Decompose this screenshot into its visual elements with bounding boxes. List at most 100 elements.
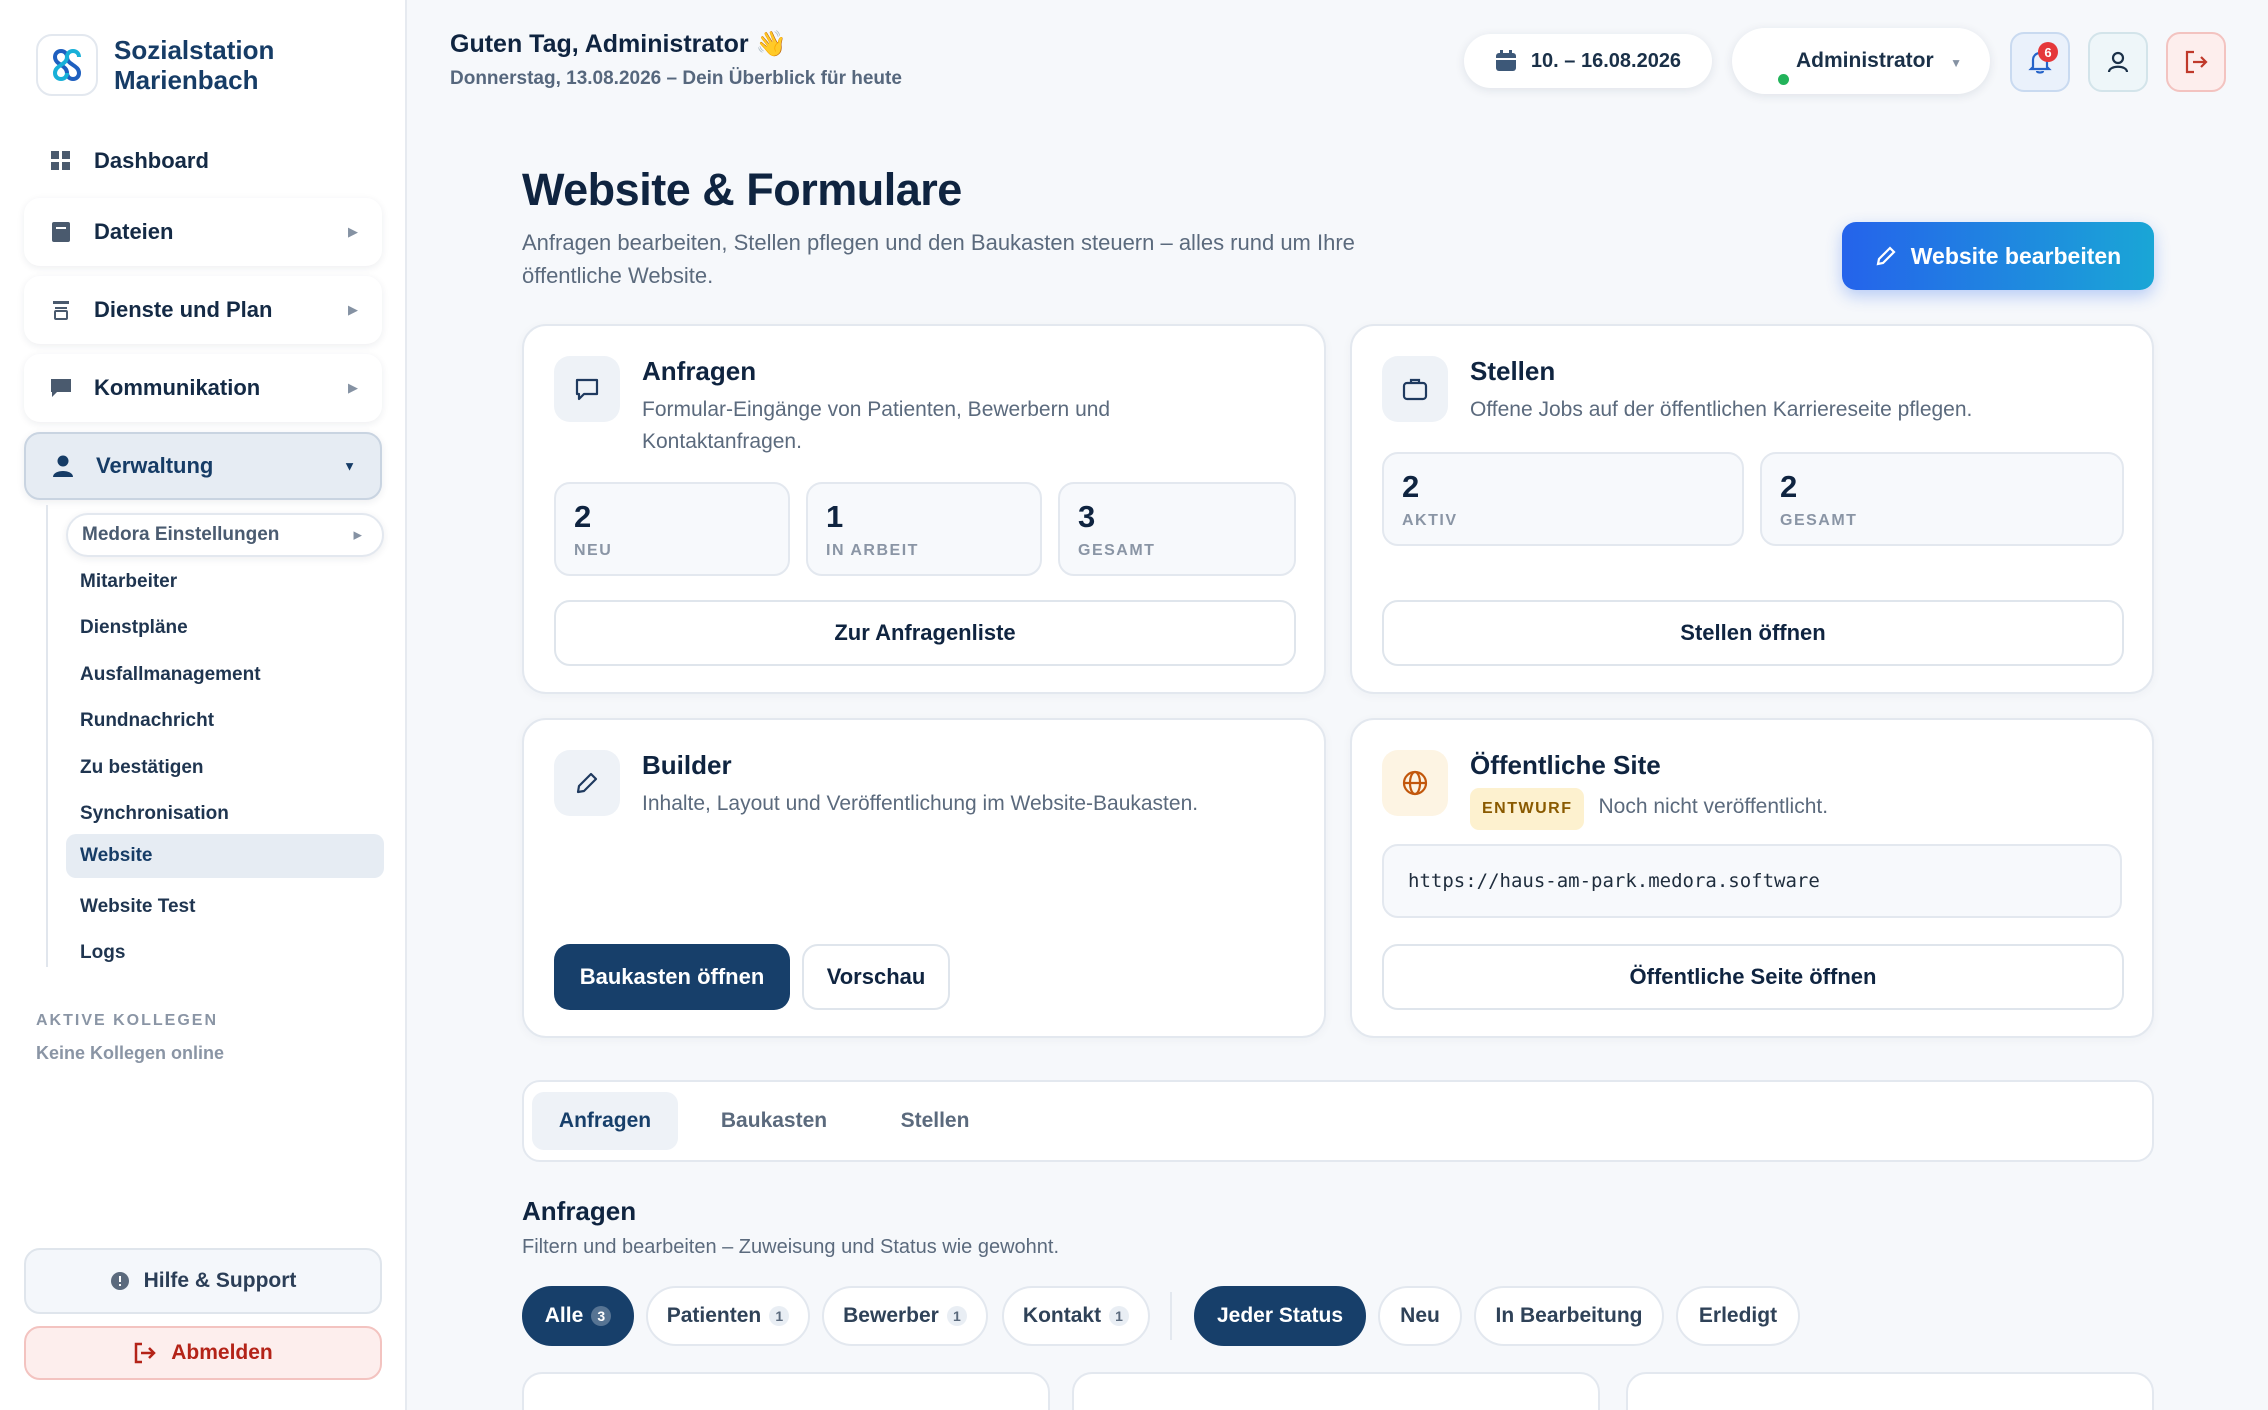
brand-name: Sozialstation Marienbach <box>114 35 274 95</box>
notification-count-badge: 6 <box>2038 42 2058 62</box>
requests-card: Anfragen Formular-Eingänge von Patienten… <box>522 324 1326 694</box>
sidebar-item-files[interactable]: Dateien ▶ <box>24 198 382 266</box>
logout-button[interactable]: Abmelden <box>24 1326 382 1380</box>
sidebar-item-label: Verwaltung <box>96 453 214 478</box>
requests-title: Anfragen <box>642 356 757 386</box>
briefcase-icon <box>1382 356 1448 422</box>
stat-value: 3 <box>1078 499 1096 534</box>
tab-jobs[interactable]: Stellen <box>870 1092 1000 1150</box>
jobs-description: Offene Jobs auf der öffentlichen Karrier… <box>1470 398 1973 421</box>
subnav-item-label: Rundnachricht <box>80 710 215 731</box>
builder-description: Inhalte, Layout und Veröffentlichung im … <box>642 792 1199 815</box>
subnav-item-absence[interactable]: Ausfallmanagement <box>66 653 384 697</box>
chevron-right-icon: ▶ <box>348 224 358 239</box>
stat-label: NEU <box>574 542 613 559</box>
user-icon <box>50 453 76 479</box>
subnav-item-logs[interactable]: Logs <box>66 931 384 975</box>
subnav-item-broadcast[interactable]: Rundnachricht <box>66 699 384 743</box>
page-subtitle: Anfragen bearbeiten, Stellen pflegen und… <box>522 230 1355 288</box>
chat-icon <box>48 375 74 401</box>
subnav-item-medora-settings[interactable]: Medora Einstellungen ▶ <box>66 513 384 557</box>
subnav-item-rosters[interactable]: Dienstpläne <box>66 606 384 650</box>
filter-chip-all[interactable]: Alle 3 <box>522 1286 634 1346</box>
chip-label: Alle <box>544 1304 584 1327</box>
logout-icon <box>133 1342 157 1364</box>
filter-chip-contact[interactable]: Kontakt 1 <box>1002 1286 1150 1346</box>
sidebar-item-dashboard[interactable]: Dashboard <box>24 126 382 196</box>
tab-builder[interactable]: Baukasten <box>688 1092 860 1150</box>
chip-count: 1 <box>946 1306 967 1326</box>
tab-requests[interactable]: Anfragen <box>532 1092 678 1150</box>
sidebar-item-label: Kommunikation <box>94 375 261 400</box>
pencil-icon <box>554 750 620 816</box>
calendar-icon <box>1495 50 1517 72</box>
status-chip-in-progress[interactable]: In Bearbeitung <box>1474 1286 1664 1346</box>
stat-total: 3 GESAMT <box>1058 482 1296 576</box>
request-list-item[interactable] <box>522 1372 1050 1410</box>
open-requests-list-button[interactable]: Zur Anfragenliste <box>554 600 1296 666</box>
jobs-title: Stellen <box>1470 356 1556 386</box>
chevron-right-icon: ▶ <box>353 529 362 542</box>
sidebar-item-admin[interactable]: Verwaltung ▼ <box>24 432 382 500</box>
preview-button[interactable]: Vorschau <box>802 944 950 1010</box>
stat-label: GESAMT <box>1780 512 1858 529</box>
sidebar-item-label: Dashboard <box>94 148 209 173</box>
active-colleagues-empty: Keine Kollegen online <box>36 1043 225 1063</box>
sidebar-item-communication[interactable]: Kommunikation ▶ <box>24 354 382 422</box>
stat-label: AKTIV <box>1402 512 1458 529</box>
notifications-button[interactable]: 6 <box>2010 32 2070 92</box>
edit-website-label: Website bearbeiten <box>1910 242 2122 269</box>
public-site-title: Öffentliche Site <box>1470 750 1661 780</box>
subnav-item-to-confirm[interactable]: Zu bestätigen <box>66 746 384 790</box>
section-subtitle: Filtern und bearbeiten – Zuweisung und S… <box>522 1236 1060 1258</box>
stat-new: 2 NEU <box>554 482 790 576</box>
greeting-text: Guten Tag, Administrator <box>450 30 749 58</box>
request-list-item[interactable] <box>1626 1372 2154 1410</box>
open-builder-button[interactable]: Baukasten öffnen <box>554 944 790 1010</box>
stat-label: GESAMT <box>1078 542 1156 559</box>
date-range-picker[interactable]: 10. – 16.08.2026 <box>1464 34 1712 88</box>
active-colleagues-heading: AKTIVE KOLLEGEN <box>36 1012 219 1029</box>
clipboard-icon <box>48 297 74 323</box>
subnav-item-sync[interactable]: Synchronisation <box>66 792 384 836</box>
chip-count: 3 <box>591 1306 612 1326</box>
open-jobs-button[interactable]: Stellen öffnen <box>1382 600 2124 666</box>
user-menu[interactable]: Administrator ▼ <box>1732 28 1990 94</box>
globe-icon <box>1382 750 1448 816</box>
public-url-field[interactable]: https://haus-am-park.medora.software <box>1382 844 2122 918</box>
brand-line-1: Sozialstation <box>114 35 275 65</box>
sidebar-item-shifts[interactable]: Dienste und Plan ▶ <box>24 276 382 344</box>
subnav-item-label: Ausfallmanagement <box>80 664 261 685</box>
chip-label: Kontakt <box>1022 1304 1102 1327</box>
brand[interactable]: Sozialstation Marienbach <box>36 34 274 96</box>
edit-website-button[interactable]: Website bearbeiten <box>1842 222 2154 290</box>
stat-label: IN ARBEIT <box>826 542 919 559</box>
public-site-card: Öffentliche Site ENTWURF Noch nicht veröf… <box>1350 718 2154 1038</box>
logout-label: Abmelden <box>171 1341 273 1364</box>
help-support-button[interactable]: Hilfe & Support <box>24 1248 382 1314</box>
status-chip-done[interactable]: Erledigt <box>1676 1286 1800 1346</box>
builder-card: Builder Inhalte, Layout und Veröffentlic… <box>522 718 1326 1038</box>
subnav-item-website[interactable]: Website <box>66 834 384 878</box>
request-list-item[interactable] <box>1072 1372 1600 1410</box>
filter-chip-applicants[interactable]: Bewerber 1 <box>822 1286 988 1346</box>
brand-line-2: Marienbach <box>114 65 259 95</box>
subnav-item-label: Logs <box>80 942 126 963</box>
chevron-right-icon: ▶ <box>348 302 358 317</box>
open-public-site-button[interactable]: Öffentliche Seite öffnen <box>1382 944 2124 1010</box>
status-chip-new[interactable]: Neu <box>1378 1286 1462 1346</box>
page-title: Website & Formulare <box>522 164 962 215</box>
greeting-subline: Donnerstag, 13.08.2026 – Dein Überblick … <box>450 68 902 89</box>
subnav-item-employees[interactable]: Mitarbeiter <box>66 560 384 604</box>
account-button[interactable] <box>2088 32 2148 92</box>
online-status-icon <box>1778 74 1789 85</box>
stat-value: 2 <box>574 499 592 534</box>
grid-icon <box>48 148 74 174</box>
logout-icon <box>2183 49 2209 75</box>
wave-emoji: 👋 <box>755 30 787 58</box>
subnav-item-website-test[interactable]: Website Test <box>66 885 384 929</box>
status-chip-any[interactable]: Jeder Status <box>1194 1286 1366 1346</box>
sign-out-button[interactable] <box>2166 32 2226 92</box>
chevron-right-icon: ▶ <box>348 380 358 395</box>
filter-chip-patients[interactable]: Patienten 1 <box>646 1286 810 1346</box>
